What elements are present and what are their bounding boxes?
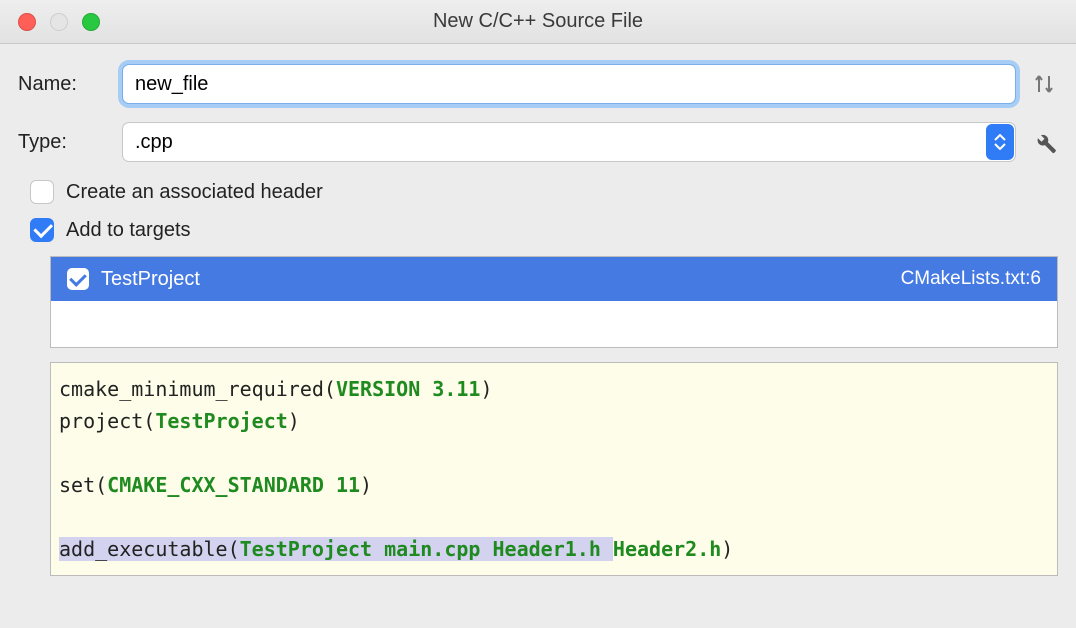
target-row[interactable]: TestProject CMakeLists.txt:6 bbox=[51, 257, 1057, 301]
code-line-2: project(TestProject) bbox=[59, 405, 1049, 437]
code-line-3: set(CMAKE_CXX_STANDARD 11) bbox=[59, 469, 1049, 501]
chevron-updown-icon bbox=[986, 124, 1014, 160]
cmake-preview: cmake_minimum_required(VERSION 3.11)proj… bbox=[50, 362, 1058, 576]
zoom-window-button[interactable] bbox=[82, 13, 100, 31]
add-targets-row: Add to targets bbox=[30, 218, 1058, 242]
close-window-button[interactable] bbox=[18, 13, 36, 31]
type-select[interactable]: .cpp bbox=[122, 122, 1016, 162]
code-blank-2 bbox=[59, 501, 1049, 533]
window-controls bbox=[0, 13, 100, 31]
target-name: TestProject bbox=[101, 268, 889, 291]
window-title: New C/C++ Source File bbox=[0, 10, 1076, 33]
name-label: Name: bbox=[18, 73, 108, 96]
targets-blank-row bbox=[51, 301, 1057, 347]
code-line-1: cmake_minimum_required(VERSION 3.11) bbox=[59, 373, 1049, 405]
targets-list: TestProject CMakeLists.txt:6 bbox=[50, 256, 1058, 348]
type-row: Type: .cpp bbox=[18, 122, 1058, 162]
name-row: Name: bbox=[18, 64, 1058, 104]
create-header-checkbox[interactable] bbox=[30, 180, 54, 204]
create-header-row: Create an associated header bbox=[30, 180, 1058, 204]
create-header-label: Create an associated header bbox=[66, 181, 323, 204]
add-targets-label: Add to targets bbox=[66, 219, 191, 242]
target-checkbox[interactable] bbox=[67, 268, 89, 290]
code-line-4: add_executable(TestProject main.cpp Head… bbox=[59, 533, 1049, 565]
target-file-ref: CMakeLists.txt:6 bbox=[901, 268, 1041, 290]
form-area: Name: Type: .cpp Create an associated he… bbox=[0, 44, 1076, 242]
name-input[interactable] bbox=[122, 64, 1016, 104]
type-value: .cpp bbox=[135, 131, 173, 154]
sort-icon[interactable] bbox=[1030, 72, 1058, 96]
type-label: Type: bbox=[18, 131, 108, 154]
minimize-window-button[interactable] bbox=[50, 13, 68, 31]
settings-wrench-icon[interactable] bbox=[1030, 129, 1058, 155]
titlebar: New C/C++ Source File bbox=[0, 0, 1076, 44]
code-blank-1 bbox=[59, 437, 1049, 469]
add-targets-checkbox[interactable] bbox=[30, 218, 54, 242]
